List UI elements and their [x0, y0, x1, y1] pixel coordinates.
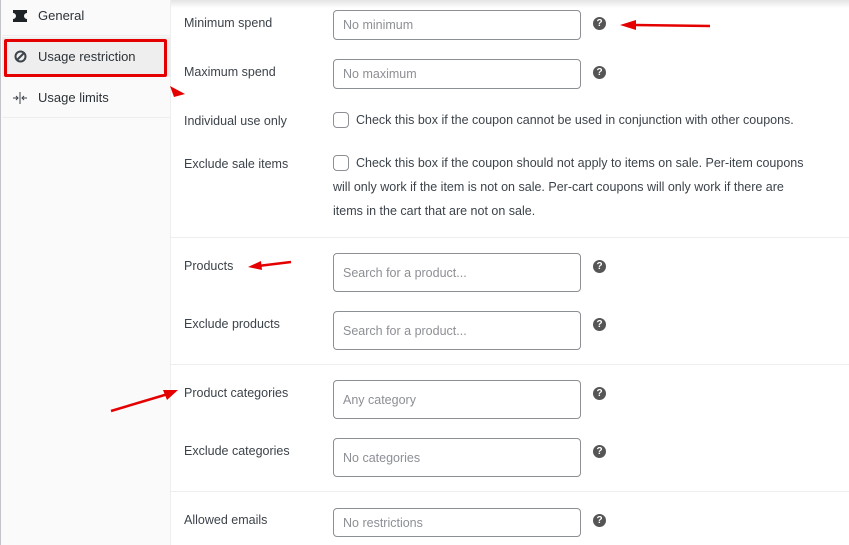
- usage-restriction-panel: Minimum spend No minimum ? Maximum spend…: [171, 0, 849, 545]
- exclude-categories-select[interactable]: No categories: [333, 438, 581, 477]
- tab-label: Usage restriction: [38, 49, 136, 64]
- exclude-products-label: Exclude products: [184, 317, 280, 331]
- exclude-sale-label: Exclude sale items: [184, 157, 289, 171]
- minimum-spend-input[interactable]: No minimum: [333, 10, 581, 40]
- product-categories-label: Product categories: [184, 386, 289, 400]
- product-categories-select[interactable]: Any category: [333, 380, 581, 419]
- maximum-spend-input[interactable]: No maximum: [333, 59, 581, 89]
- coupon-data-tabs: General Usage restriction Usage limits: [0, 0, 171, 545]
- individual-use-checkbox[interactable]: [333, 112, 349, 128]
- help-icon[interactable]: ?: [593, 17, 606, 30]
- exclude-sale-checkbox[interactable]: [333, 155, 349, 171]
- help-icon[interactable]: ?: [593, 66, 606, 79]
- help-icon[interactable]: ?: [593, 514, 606, 527]
- help-icon[interactable]: ?: [593, 387, 606, 400]
- tab-usage-restriction[interactable]: Usage restriction: [2, 37, 171, 77]
- help-icon[interactable]: ?: [593, 445, 606, 458]
- help-icon[interactable]: ?: [593, 260, 606, 273]
- tab-general[interactable]: General: [2, 0, 171, 36]
- exclude-categories-label: Exclude categories: [184, 444, 290, 458]
- individual-use-label: Individual use only: [184, 114, 287, 128]
- limits-icon: [13, 91, 27, 105]
- exclude-sale-description-line3: items in the cart that are not on sale.: [333, 204, 536, 218]
- placeholder: Search for a product...: [343, 323, 467, 338]
- section-divider: [171, 364, 849, 365]
- placeholder: No restrictions: [343, 515, 423, 530]
- products-search-input[interactable]: Search for a product...: [333, 253, 581, 292]
- placeholder: Any category: [343, 392, 416, 407]
- prohibited-icon: [13, 50, 27, 64]
- allowed-emails-label: Allowed emails: [184, 513, 268, 527]
- exclude-products-search-input[interactable]: Search for a product...: [333, 311, 581, 350]
- maximum-spend-label: Maximum spend: [184, 65, 276, 79]
- products-label: Products: [184, 259, 234, 273]
- minimum-spend-label: Minimum spend: [184, 16, 273, 30]
- placeholder: Search for a product...: [343, 265, 467, 280]
- section-divider: [171, 491, 849, 492]
- section-divider: [171, 237, 849, 238]
- placeholder: No minimum: [343, 18, 414, 32]
- exclude-sale-description-line2: will only work if the item is not on sal…: [333, 180, 784, 194]
- tab-label: General: [38, 8, 85, 23]
- tab-label: Usage limits: [38, 90, 109, 105]
- allowed-emails-input[interactable]: No restrictions: [333, 508, 581, 537]
- ticket-icon: [13, 9, 27, 23]
- individual-use-description: Check this box if the coupon cannot be u…: [356, 113, 794, 127]
- placeholder: No maximum: [343, 67, 417, 81]
- tab-usage-limits[interactable]: Usage limits: [2, 78, 171, 118]
- help-icon[interactable]: ?: [593, 318, 606, 331]
- placeholder: No categories: [343, 450, 421, 465]
- exclude-sale-description-line1: Check this box if the coupon should not …: [356, 156, 804, 170]
- top-shadow: [171, 0, 849, 8]
